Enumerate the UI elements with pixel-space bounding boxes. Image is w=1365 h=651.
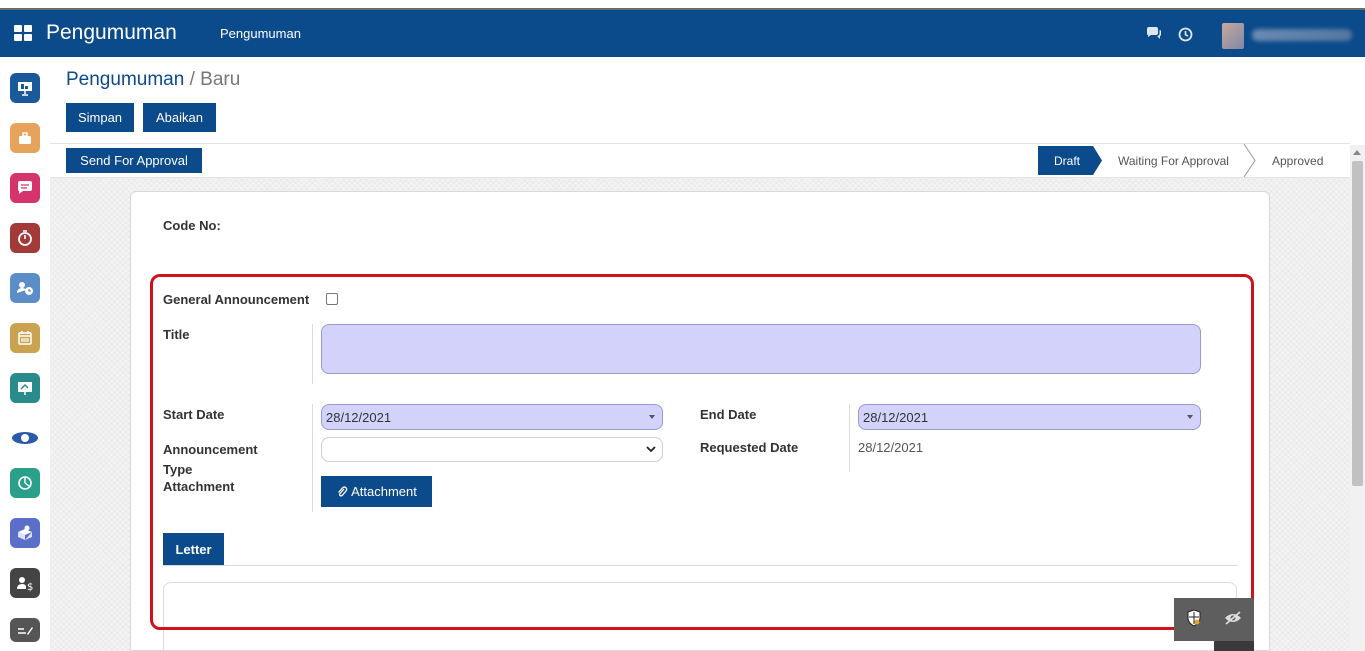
attachment-button-label: Attachment — [351, 484, 417, 499]
floating-toolbar-bottom — [1214, 641, 1254, 651]
discard-button[interactable]: Abaikan — [143, 103, 216, 132]
attachment-label: Attachment — [163, 479, 235, 494]
end-date-caret-icon[interactable] — [1187, 415, 1193, 419]
breadcrumb: Pengumuman / Baru — [66, 69, 240, 91]
shield-icon[interactable] — [1186, 609, 1202, 627]
start-date-value: 28/12/2021 — [326, 409, 392, 425]
tab-underline — [163, 565, 1237, 566]
announcement-type-label: Announcement Type — [163, 440, 258, 480]
sidebar-chat-icon[interactable] — [10, 173, 40, 203]
start-date-caret-icon[interactable] — [649, 415, 655, 419]
floating-toolbar — [1174, 598, 1254, 641]
end-date-label: End Date — [700, 407, 757, 422]
chevron-down-icon — [646, 446, 656, 453]
stage-waiting-for-approval[interactable]: Waiting For Approval — [1118, 146, 1229, 175]
sidebar-calendar-icon[interactable] — [10, 323, 40, 353]
announcement-type-label-line1: Announcement — [163, 442, 258, 457]
breadcrumb-separator: / — [184, 69, 201, 90]
menu-pengumuman[interactable]: Pengumuman — [220, 26, 301, 41]
paperclip-icon — [338, 485, 348, 497]
title-input[interactable] — [321, 324, 1201, 374]
scroll-up-arrow-icon[interactable] — [1353, 150, 1361, 155]
apps-grid-icon[interactable] — [14, 25, 32, 41]
sidebar-presentation-icon[interactable] — [10, 73, 40, 103]
user-avatar[interactable] — [1222, 23, 1244, 49]
sidebar-briefcase-icon[interactable] — [10, 123, 40, 153]
end-date-value: 28/12/2021 — [863, 409, 929, 425]
sidebar-board-icon[interactable] — [10, 373, 40, 403]
save-button[interactable]: Simpan — [66, 103, 134, 132]
tab-letter[interactable]: Letter — [163, 533, 224, 565]
end-date-input[interactable]: 28/12/2021 — [858, 404, 1201, 430]
title-divider — [312, 324, 313, 384]
user-name-blurred[interactable] — [1252, 29, 1352, 41]
clock-icon[interactable] — [1178, 27, 1193, 42]
left-column-divider — [312, 404, 313, 512]
sidebar-payroll-icon[interactable]: $ — [10, 568, 40, 598]
start-date-label: Start Date — [163, 407, 225, 422]
announcement-type-select[interactable] — [321, 437, 663, 462]
chat-icon[interactable] — [1146, 27, 1162, 41]
window-top-strip — [0, 0, 1365, 10]
general-announcement-label: General Announcement — [163, 292, 310, 307]
right-column-divider — [849, 404, 850, 472]
app-sidebar: $ — [0, 57, 50, 651]
title-label: Title — [163, 327, 190, 342]
start-date-input[interactable]: 28/12/2021 — [321, 404, 663, 430]
scroll-thumb[interactable] — [1352, 161, 1363, 486]
breadcrumb-parent[interactable]: Pengumuman — [66, 69, 184, 90]
requested-date-value: 28/12/2021 — [858, 440, 924, 455]
top-navbar: Pengumuman Pengumuman — [0, 10, 1365, 57]
stage-separator-icon — [1243, 144, 1256, 177]
svg-text:$: $ — [27, 582, 33, 592]
sidebar-chart-icon[interactable] — [10, 468, 40, 498]
statusbar-top-border — [50, 143, 1350, 144]
general-announcement-checkbox[interactable] — [326, 293, 338, 305]
stage-approved[interactable]: Approved — [1272, 146, 1323, 175]
stage-draft[interactable]: Draft — [1038, 146, 1102, 175]
sidebar-box-icon[interactable] — [10, 518, 40, 548]
send-for-approval-button[interactable]: Send For Approval — [66, 148, 202, 173]
sidebar-edit-icon[interactable] — [10, 618, 40, 642]
announcement-type-label-line2: Type — [163, 462, 193, 477]
breadcrumb-current: Baru — [200, 69, 241, 90]
eye-off-icon[interactable] — [1224, 611, 1242, 625]
sidebar-attendance-icon[interactable] — [10, 273, 40, 303]
requested-date-label: Requested Date — [700, 440, 799, 455]
sidebar-stopwatch-icon[interactable] — [10, 223, 40, 253]
letter-editor[interactable] — [163, 582, 1237, 651]
sidebar-badge-icon[interactable] — [10, 423, 40, 453]
code-no-label: Code No: — [163, 218, 221, 233]
app-brand-title: Pengumuman — [46, 21, 177, 44]
attachment-button[interactable]: Attachment — [321, 476, 432, 507]
